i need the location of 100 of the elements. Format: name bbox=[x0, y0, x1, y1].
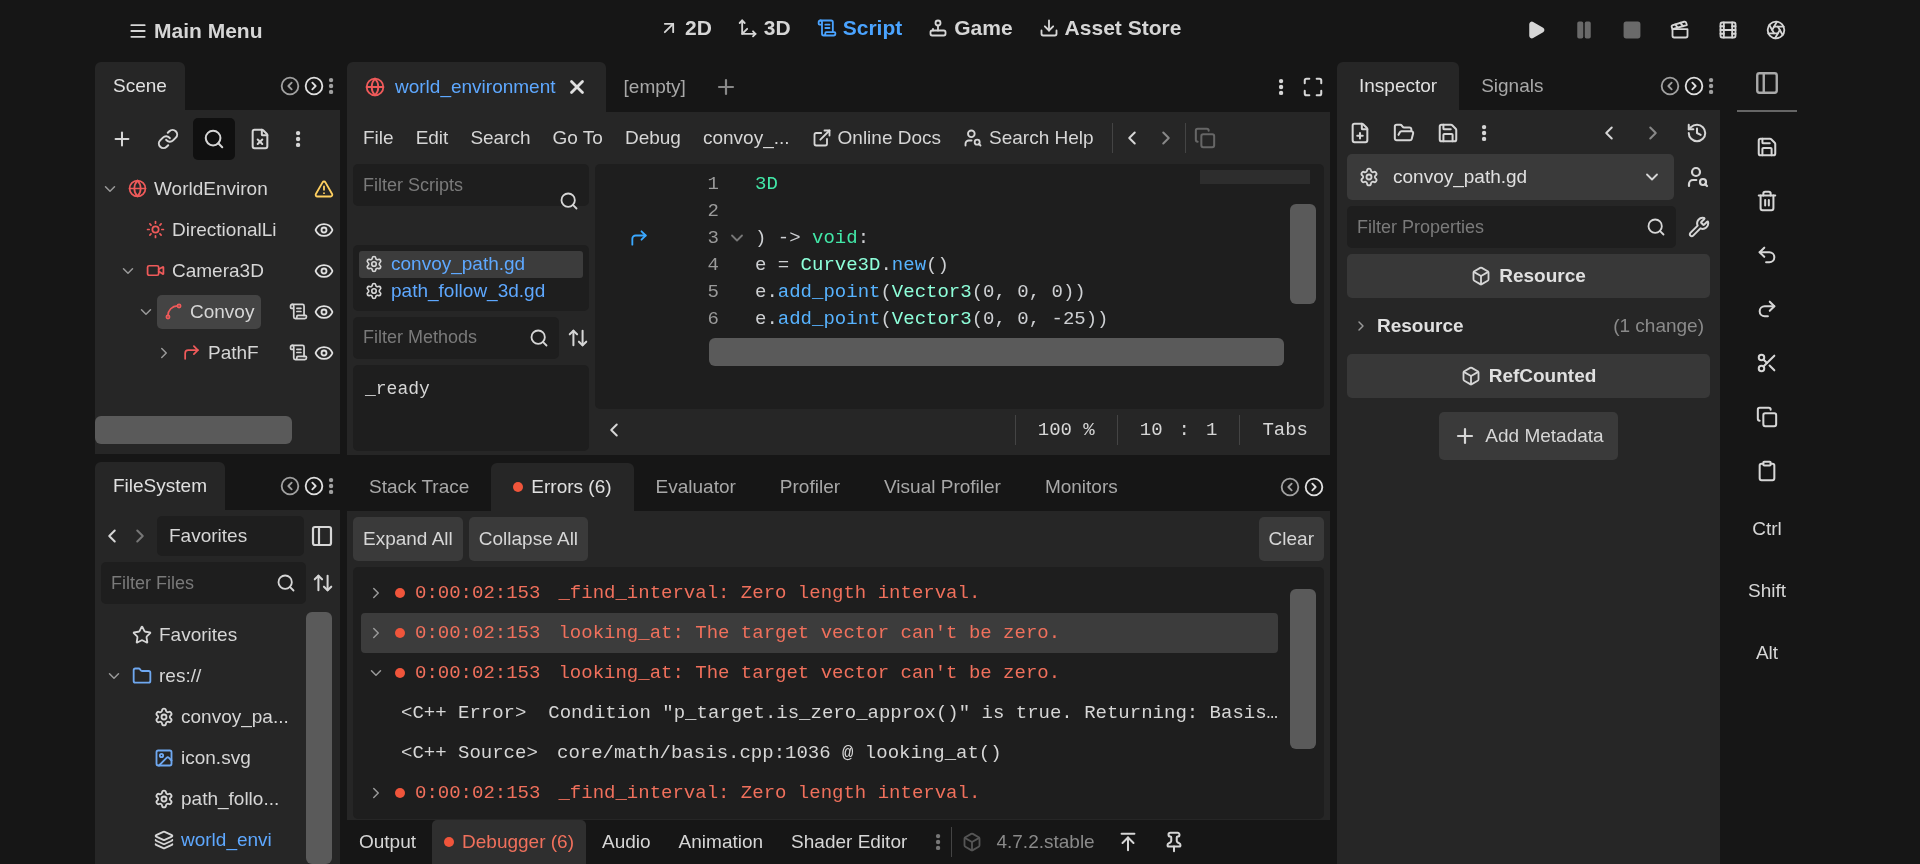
previous-icon[interactable] bbox=[279, 476, 300, 496]
debugger-tab[interactable]: Errors (6) bbox=[491, 463, 634, 511]
undo-icon[interactable] bbox=[1756, 244, 1778, 266]
menu-item[interactable]: Search bbox=[460, 121, 541, 155]
script-icon[interactable] bbox=[289, 343, 308, 362]
main-menu-button[interactable]: Main Menu bbox=[120, 13, 271, 49]
script-item[interactable]: path_follow_3d.gd bbox=[359, 277, 583, 305]
zoom-level[interactable]: 100 % bbox=[1021, 419, 1111, 441]
filter-properties-field[interactable]: Filter Properties bbox=[1347, 206, 1676, 248]
workspace-tab[interactable]: Game bbox=[924, 8, 1017, 48]
help-link[interactable]: Online Docs bbox=[801, 121, 952, 155]
save-icon[interactable] bbox=[1437, 122, 1459, 144]
project-entry[interactable]: Favorites bbox=[125, 617, 245, 652]
project-entry[interactable]: res:// bbox=[125, 658, 209, 693]
bottom-panel-tab[interactable]: Output bbox=[347, 820, 429, 864]
workspace-tab[interactable]: 2D bbox=[655, 8, 716, 48]
next-icon[interactable] bbox=[1683, 76, 1704, 96]
scene-node[interactable]: Camera3D bbox=[139, 253, 271, 288]
error-row[interactable]: 0:00:02:153 looking_at: The target vector can't be zero. bbox=[361, 613, 1278, 653]
scrollbar[interactable] bbox=[1290, 204, 1316, 304]
modifier-key[interactable]: Alt bbox=[1751, 630, 1783, 676]
modifier-key[interactable]: Shift bbox=[1744, 568, 1790, 614]
more-icon[interactable] bbox=[1481, 122, 1488, 144]
code-editor[interactable]: 1 3D 2 3 ) -> void: 4 e = Curve3D.new() 5 e.add_point(Vector3(0, 0, 0)) 6 e.add_point(Vector3(0, 0, -25)) bbox=[595, 164, 1324, 409]
override-icon[interactable] bbox=[629, 227, 649, 248]
panel-toggle-icon[interactable] bbox=[1754, 70, 1780, 96]
workspace-tab[interactable]: Script bbox=[812, 8, 907, 48]
script-icon[interactable] bbox=[289, 302, 308, 321]
path-field[interactable]: Favorites bbox=[157, 516, 304, 556]
bottom-panel-tab[interactable]: Audio bbox=[590, 820, 663, 864]
property-group[interactable]: Resource (1 change) bbox=[1347, 304, 1710, 348]
error-row[interactable]: 0:00:02:153 looking_at: The target vector can't be zero. bbox=[361, 653, 1278, 693]
copy-icon[interactable] bbox=[1756, 406, 1778, 428]
tools-icon[interactable] bbox=[1688, 216, 1710, 238]
paste-icon[interactable] bbox=[1756, 460, 1778, 482]
debugger-tab[interactable]: Stack Trace bbox=[347, 463, 492, 511]
more-icon[interactable] bbox=[327, 475, 334, 497]
menu-item[interactable]: Edit bbox=[405, 121, 459, 155]
clear-button[interactable]: Clear bbox=[1258, 517, 1324, 561]
previous-icon[interactable] bbox=[1280, 477, 1300, 497]
project-entry[interactable]: path_follo... bbox=[147, 781, 287, 816]
filter-methods-field[interactable]: Filter Methods bbox=[353, 316, 559, 359]
layout-toggle-icon[interactable] bbox=[310, 524, 334, 548]
error-row[interactable]: 0:00:02:153 _find_interval: Zero length interval. bbox=[361, 573, 1278, 613]
workspace-tab[interactable]: 3D bbox=[733, 8, 795, 48]
scene-node[interactable]: DirectionalLi bbox=[139, 212, 284, 247]
more-icon[interactable] bbox=[1707, 75, 1714, 97]
bottom-panel-tab[interactable]: Animation bbox=[666, 820, 776, 864]
dock-tab[interactable]: FileSystem bbox=[95, 462, 225, 510]
editor-tab[interactable]: [empty] bbox=[605, 62, 704, 112]
scene-node[interactable]: Convoy bbox=[157, 294, 262, 329]
debugger-tab[interactable]: Visual Profiler bbox=[862, 463, 1023, 511]
more-icon[interactable] bbox=[327, 75, 334, 97]
previous-icon[interactable] bbox=[279, 76, 300, 96]
error-row[interactable]: 0:00:02:153 _find_interval: Zero length interval. bbox=[361, 773, 1278, 813]
scene-node[interactable]: WorldEnviron bbox=[121, 171, 275, 206]
new-file-icon[interactable] bbox=[1349, 122, 1371, 144]
save-icon[interactable] bbox=[1756, 136, 1778, 158]
sort-icon[interactable] bbox=[312, 572, 334, 594]
filter-scripts-field[interactable]: Filter Scripts bbox=[353, 164, 589, 206]
cut-icon[interactable] bbox=[1756, 352, 1778, 374]
toolbar-button[interactable]: Collapse All bbox=[468, 517, 589, 561]
doc-search-icon[interactable] bbox=[1686, 165, 1710, 189]
filter-files-field[interactable]: Filter Files bbox=[101, 562, 306, 604]
indent-mode[interactable]: Tabs bbox=[1246, 419, 1324, 441]
toolbar-button[interactable]: Expand All bbox=[353, 517, 463, 561]
history-icon[interactable] bbox=[1686, 122, 1708, 144]
bottom-panel-tab[interactable]: Shader Editor bbox=[779, 820, 920, 864]
editor-tab[interactable]: world_environment bbox=[347, 62, 606, 112]
scene-node[interactable]: PathF bbox=[175, 335, 266, 370]
scrollbar[interactable] bbox=[709, 338, 1284, 366]
menu-item[interactable]: Debug bbox=[614, 121, 691, 155]
debugger-tab[interactable]: Monitors bbox=[1022, 463, 1140, 511]
modifier-key[interactable]: Ctrl bbox=[1748, 506, 1786, 552]
delete-icon[interactable] bbox=[1756, 190, 1778, 212]
workspace-tab[interactable]: Asset Store bbox=[1034, 8, 1186, 48]
scrollbar[interactable] bbox=[95, 416, 292, 444]
redo-icon[interactable] bbox=[1756, 298, 1778, 320]
resource-selector[interactable]: convoy_path.gd bbox=[1347, 154, 1674, 200]
debugger-tab[interactable]: Profiler bbox=[757, 463, 863, 511]
dock-tab[interactable]: Scene bbox=[95, 62, 185, 110]
scrollbar[interactable] bbox=[306, 612, 332, 864]
help-link[interactable]: Search Help bbox=[953, 121, 1104, 155]
menu-item[interactable]: convoy_... bbox=[692, 121, 800, 155]
project-entry[interactable]: icon.svg bbox=[147, 740, 258, 775]
more-icon[interactable] bbox=[1277, 76, 1284, 98]
project-entry[interactable]: convoy_pa... bbox=[147, 699, 296, 734]
previous-icon[interactable] bbox=[1659, 76, 1680, 96]
scrollbar[interactable] bbox=[1290, 589, 1316, 749]
next-icon[interactable] bbox=[303, 76, 324, 96]
open-folder-icon[interactable] bbox=[1393, 122, 1415, 144]
project-entry[interactable]: world_envi bbox=[147, 822, 279, 857]
version-label[interactable]: 4.7.2.stable bbox=[996, 831, 1095, 853]
fullscreen-icon[interactable] bbox=[1302, 76, 1324, 98]
next-icon[interactable] bbox=[1304, 477, 1324, 497]
dock-tab[interactable]: Inspector bbox=[1337, 62, 1460, 110]
search-button[interactable] bbox=[193, 118, 235, 160]
add-metadata-button[interactable]: Add Metadata bbox=[1439, 412, 1618, 460]
method-item[interactable]: _ready bbox=[359, 370, 583, 407]
script-item[interactable]: convoy_path.gd bbox=[359, 250, 583, 278]
